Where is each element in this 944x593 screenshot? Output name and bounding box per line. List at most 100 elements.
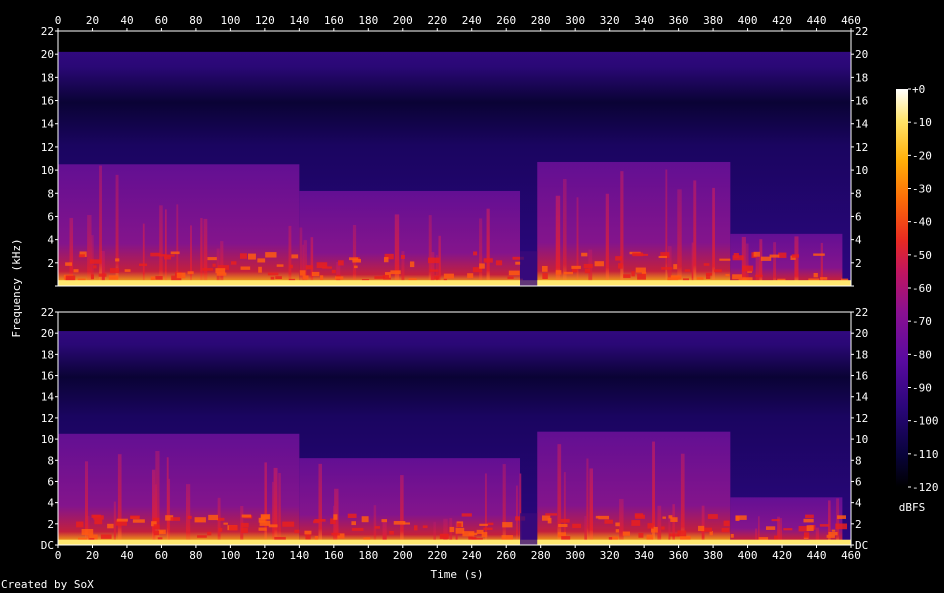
energy-hotspot [714, 269, 722, 273]
y-tick-label: 10 [855, 164, 868, 177]
y-tick-label: 6 [47, 475, 54, 488]
y-tick-label: 20 [41, 48, 54, 61]
energy-hotspot [449, 526, 455, 533]
transient-streak [190, 225, 192, 286]
quiet-gap [520, 513, 538, 545]
energy-hotspot [473, 251, 478, 256]
energy-hotspot [661, 267, 673, 270]
y-tick-label: DC [41, 539, 54, 552]
x-tick-label: 240 [462, 549, 482, 562]
energy-hotspot [78, 254, 85, 258]
energy-hotspot [150, 276, 156, 281]
y-tick-label: 8 [855, 454, 862, 467]
colorbar-tick-label: -100 [912, 415, 939, 428]
energy-hotspot [558, 523, 568, 528]
colorbar-tick-label: -60 [912, 282, 932, 295]
energy-hotspot [495, 260, 503, 266]
x-tick-label: 140 [289, 14, 309, 27]
energy-hotspot [215, 268, 226, 274]
energy-hotspot [515, 261, 521, 265]
energy-hotspot [241, 514, 252, 518]
energy-hotspot [819, 524, 830, 527]
energy-hotspot [289, 264, 293, 269]
sox-credit: Created by SoX [1, 578, 94, 591]
energy-hotspot [187, 271, 194, 275]
colorbar [896, 89, 908, 487]
x-tick-label: 180 [358, 549, 378, 562]
colorbar-tick-label: -30 [912, 183, 932, 196]
energy-hotspot [778, 252, 787, 258]
x-tick-label: 420 [772, 14, 792, 27]
x-tick-label: 400 [738, 549, 758, 562]
transient-streak [502, 464, 506, 545]
energy-hotspot [258, 266, 262, 273]
y-tick-label: 18 [41, 71, 54, 84]
energy-hotspot [248, 253, 256, 260]
x-tick-label: 440 [807, 549, 827, 562]
energy-hotspot [634, 513, 644, 518]
colorbar-tick-labels: +0 -10 -20 -30 -40 -50 -60 -70 -80 -90 -100 -110 -12… [908, 83, 939, 494]
energy-hotspot [217, 517, 225, 521]
energy-hotspot [707, 514, 718, 519]
energy-hotspot [89, 259, 102, 264]
cutoff-band [58, 31, 851, 52]
energy-hotspot [677, 530, 687, 537]
energy-hotspot [154, 530, 160, 536]
y-tick-label: 14 [855, 391, 869, 404]
x-tick-label: 100 [220, 14, 240, 27]
energy-hotspot [383, 257, 389, 263]
energy-hotspot [93, 265, 97, 269]
energy-hotspot [637, 273, 646, 280]
energy-hotspot [241, 522, 249, 528]
energy-hotspot [507, 276, 514, 279]
transient-streak [185, 484, 191, 545]
energy-hotspot [647, 523, 654, 529]
y-tick-label: 20 [855, 48, 868, 61]
energy-hotspot [479, 523, 488, 526]
energy-hotspot [338, 260, 344, 266]
energy-hotspot [563, 271, 574, 275]
x-tick-label: 320 [600, 549, 620, 562]
energy-hotspot [150, 252, 161, 257]
energy-hotspot [658, 255, 668, 259]
energy-hotspot [381, 519, 388, 523]
energy-hotspot [813, 253, 825, 256]
y-tick-label: 14 [41, 391, 55, 404]
energy-hotspot [90, 274, 94, 279]
energy-hotspot [662, 516, 666, 519]
energy-hotspot [461, 513, 472, 517]
energy-hotspot [615, 256, 622, 261]
x-tick-label: 60 [155, 549, 168, 562]
transient-streak [167, 478, 171, 545]
x-tick-label: 160 [324, 549, 344, 562]
x-tick-label: 220 [427, 14, 447, 27]
y-tick-label: 22 [855, 306, 868, 319]
x-tick-label: 220 [427, 549, 447, 562]
energy-hotspot [813, 272, 818, 278]
colorbar-tick-label: -90 [912, 382, 932, 395]
energy-hotspot [107, 523, 114, 529]
energy-hotspot [541, 265, 548, 272]
y-tick-label: 4 [855, 234, 862, 247]
energy-hotspot [455, 527, 465, 534]
y-tick-label: 14 [855, 118, 869, 131]
energy-hotspot [803, 518, 814, 523]
segment-band [730, 497, 843, 545]
energy-hotspot [291, 254, 299, 259]
y-tick-label: 14 [41, 118, 55, 131]
energy-hotspot [331, 532, 340, 536]
energy-hotspot [541, 515, 551, 521]
energy-hotspot [771, 519, 780, 522]
y-tick-label: 2 [47, 518, 54, 531]
energy-hotspot [632, 252, 644, 257]
x-tick-label: 360 [669, 14, 689, 27]
energy-hotspot [239, 253, 247, 259]
energy-hotspot [109, 268, 120, 274]
transient-streak [113, 501, 116, 545]
energy-hotspot [439, 533, 449, 539]
transient-streak [310, 237, 314, 286]
energy-hotspot [725, 274, 730, 277]
cutoff-band [58, 312, 851, 332]
transient-streak [302, 244, 305, 286]
energy-hotspot [91, 514, 101, 518]
